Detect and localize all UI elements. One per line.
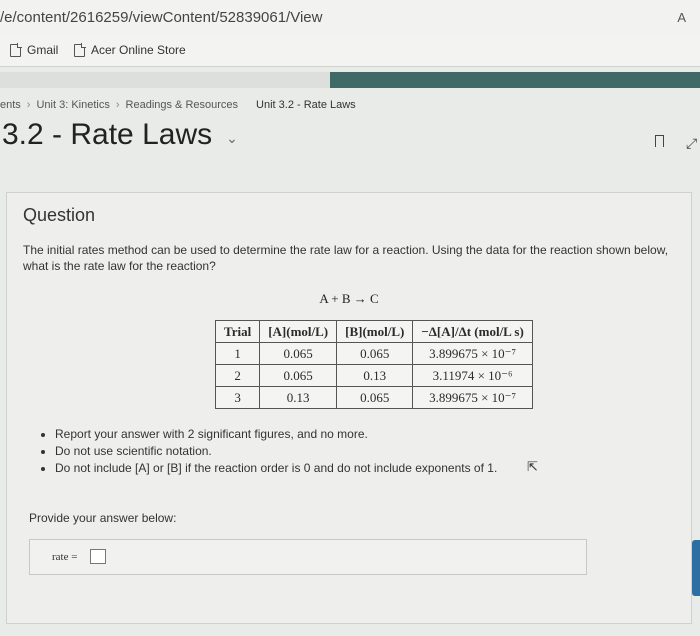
- url-text[interactable]: /e/content/2616259/viewContent/52839061/…: [0, 9, 322, 26]
- page-icon: [74, 42, 86, 57]
- table-header: Trial: [214, 320, 261, 343]
- page-title: 3.2 - Rate Laws: [2, 118, 213, 151]
- breadcrumb-item[interactable]: Readings & Resources: [126, 99, 239, 111]
- bookmark-label: Acer Online Store: [91, 43, 186, 57]
- list-item: Do not use scientific notation.: [55, 443, 497, 460]
- breadcrumb-separator-icon: ›: [26, 99, 31, 111]
- table-header: [B](mol/L): [336, 320, 414, 343]
- chevron-down-icon[interactable]: ⌄: [226, 130, 238, 147]
- answer-prompt: Provide your answer below:: [29, 511, 177, 525]
- question-heading: Question: [23, 205, 96, 225]
- page-icon: [10, 42, 22, 57]
- table-cell: 3.11974 × 10⁻⁶: [412, 364, 533, 387]
- table-cell: 3.899675 × 10⁻⁷: [412, 386, 533, 409]
- table-header: −Δ[A]/Δt (mol/L s): [412, 320, 533, 343]
- nav-band-left: [0, 72, 330, 88]
- bookmark-acer-online-store[interactable]: Acer Online Store: [74, 42, 186, 57]
- list-item: Report your answer with 2 significant fi…: [55, 426, 497, 443]
- breadcrumb-current: Unit 3.2 - Rate Laws: [256, 99, 356, 111]
- rate-answer-input[interactable]: [90, 549, 106, 564]
- bookmark-label: Gmail: [27, 43, 59, 57]
- table-cell: 3: [214, 386, 261, 409]
- table-cell: 0.065: [259, 364, 338, 387]
- course-nav-band: [0, 72, 700, 88]
- bookmark-icon[interactable]: [655, 135, 664, 147]
- table-row: 2 0.065 0.13 3.11974 × 10⁻⁶: [214, 364, 533, 387]
- rate-data-table: Trial [A](mol/L) [B](mol/L) −Δ[A]/Δt (mo…: [214, 320, 533, 409]
- table-header-row: Trial [A](mol/L) [B](mol/L) −Δ[A]/Δt (mo…: [214, 320, 533, 343]
- answer-box: rate =: [29, 539, 587, 575]
- table-row: 3 0.13 0.065 3.899675 × 10⁻⁷: [214, 386, 533, 409]
- table-cell: 0.065: [259, 342, 338, 365]
- table-row: 1 0.065 0.065 3.899675 × 10⁻⁷: [214, 342, 533, 365]
- bookmark-gmail[interactable]: Gmail: [10, 42, 59, 57]
- bookmarks-bar: Gmail Acer Online Store: [0, 36, 700, 67]
- breadcrumb-item[interactable]: Unit 3: Kinetics: [36, 99, 109, 111]
- list-item: Do not include [A] or [B] if the reactio…: [55, 460, 497, 477]
- question-prompt: The initial rates method can be used to …: [23, 243, 669, 273]
- question-card: Question The initial rates method can be…: [6, 192, 692, 624]
- rate-label: rate =: [52, 551, 78, 563]
- mouse-cursor-icon: ⇱: [527, 459, 538, 474]
- table-header: [A](mol/L): [259, 320, 338, 343]
- table-cell: 3.899675 × 10⁻⁷: [412, 342, 533, 365]
- table-cell: 0.065: [336, 386, 414, 409]
- reaction-equation: A + B → C: [319, 291, 379, 306]
- table-cell: 0.065: [336, 342, 414, 365]
- breadcrumb: ents › Unit 3: Kinetics › Readings & Res…: [0, 99, 356, 111]
- reader-mode-icon[interactable]: A: [677, 10, 686, 25]
- page-title-row: 3.2 - Rate Laws ⌄: [2, 118, 238, 152]
- table-cell: 2: [214, 364, 261, 387]
- expand-icon[interactable]: ⤢: [686, 135, 697, 152]
- table-cell: 0.13: [259, 386, 338, 409]
- side-panel-tab[interactable]: [692, 540, 700, 596]
- table-cell: 0.13: [336, 364, 414, 387]
- breadcrumb-item[interactable]: ents: [0, 99, 21, 111]
- browser-address-bar[interactable]: /e/content/2616259/viewContent/52839061/…: [0, 0, 700, 37]
- breadcrumb-separator-icon: ›: [115, 99, 120, 111]
- table-cell: 1: [214, 342, 261, 365]
- instruction-list: Report your answer with 2 significant fi…: [37, 426, 497, 477]
